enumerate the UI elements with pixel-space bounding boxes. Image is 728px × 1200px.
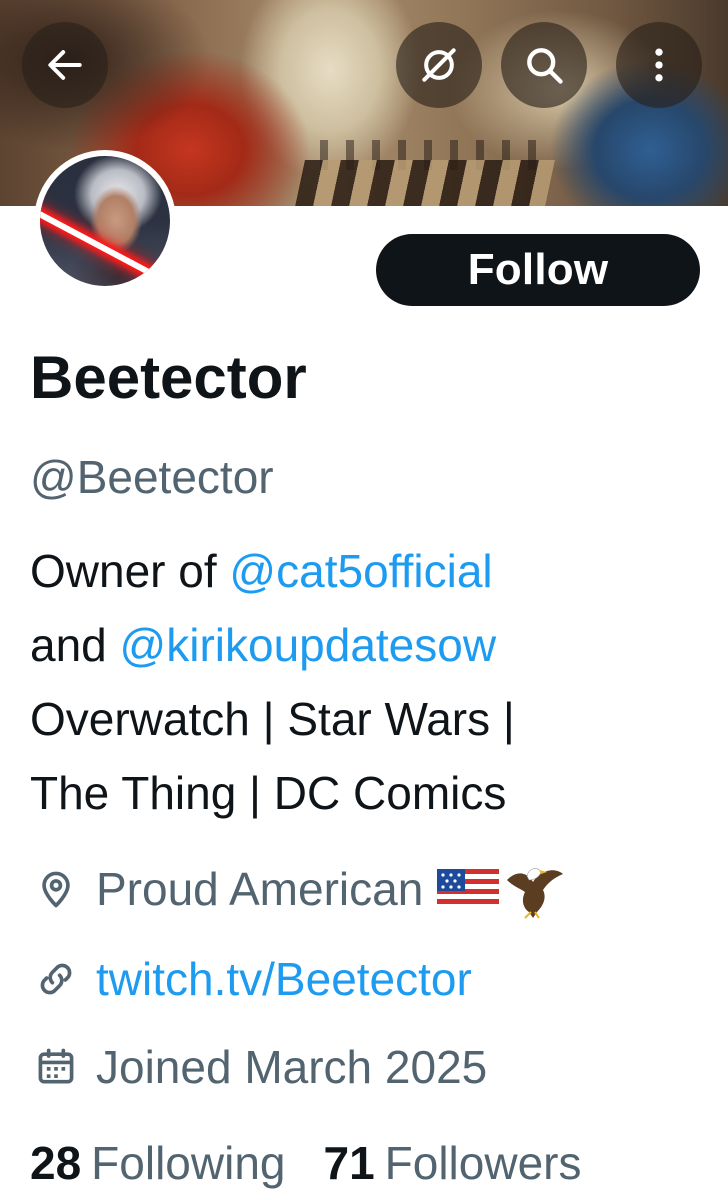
bio-line: Overwatch | Star Wars | [30, 693, 515, 745]
location-text: Proud American [96, 863, 424, 915]
follow-button[interactable]: Follow [376, 234, 700, 306]
bio-mention-link[interactable]: @kirikoupdatesow [120, 619, 497, 671]
profile-joined-date: Joined March 2025 [30, 1032, 720, 1102]
following-count: 28 [30, 1137, 82, 1189]
banner-chessboard [295, 160, 555, 206]
website-link[interactable]: twitch.tv/Beetector [96, 952, 472, 1006]
lightsaber-graphic [40, 206, 164, 283]
more-vertical-icon [637, 43, 681, 87]
bio-line: and @kirikoupdatesow [30, 608, 720, 682]
search-icon [522, 43, 566, 87]
joined-text: Joined March 2025 [96, 1041, 488, 1093]
followers-label: Followers [384, 1137, 582, 1189]
search-button[interactable] [501, 22, 587, 108]
bio-mention-link[interactable]: @cat5official [229, 545, 492, 597]
avatar[interactable] [34, 150, 176, 292]
location-pin-icon [30, 863, 82, 915]
bio-line: The Thing | DC Comics [30, 767, 507, 819]
follow-stats: 28 Following 71 Followers [30, 1128, 619, 1198]
following-label: Following [91, 1137, 286, 1189]
followers-link[interactable]: 71 Followers [323, 1136, 581, 1190]
display-name: Beetector [30, 344, 307, 411]
avatar-image [40, 156, 170, 286]
bio-line: Owner of @cat5official [30, 534, 720, 608]
more-options-button[interactable] [616, 22, 702, 108]
us-flag-icon [437, 867, 500, 911]
eagle-icon [503, 858, 565, 920]
back-arrow-icon [43, 43, 87, 87]
mute-toggle-button[interactable] [396, 22, 482, 108]
followers-count: 71 [323, 1137, 375, 1189]
profile-location: Proud American [30, 854, 720, 924]
bio-text: Owner of [30, 545, 230, 597]
following-link[interactable]: 28 Following [30, 1136, 285, 1190]
link-icon [30, 953, 82, 1005]
calendar-icon [30, 1041, 82, 1093]
back-button[interactable] [22, 22, 108, 108]
profile-bio: Owner of @cat5official and @kirikoupdate… [30, 534, 720, 830]
notifications-off-icon [417, 43, 461, 87]
user-handle: @Beetector [30, 451, 274, 503]
profile-website: twitch.tv/Beetector [30, 944, 720, 1014]
bio-text: and [30, 619, 120, 671]
